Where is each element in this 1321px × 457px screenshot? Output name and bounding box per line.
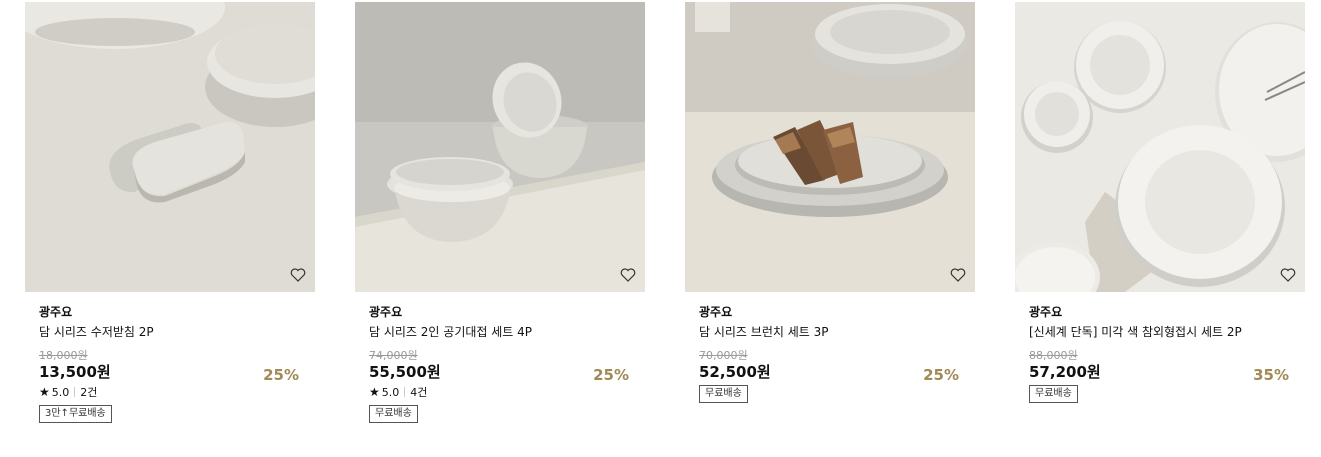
brand-name: 광주요	[1029, 305, 1063, 319]
spoon-rest-photo	[25, 2, 315, 292]
shipping-badge: 무료배송	[369, 405, 418, 423]
brand-name: 광주요	[699, 305, 733, 319]
rating-value: 5.0	[51, 385, 70, 399]
star-icon: ★	[39, 385, 50, 399]
shipping-badge: 3만↑무료배송	[39, 405, 112, 423]
sale-price: 52,500원	[699, 363, 771, 381]
brunch-set-photo	[685, 2, 975, 292]
product-card[interactable]: 광주요 담 시리즈 수저받침 2P 18,000원 13,500원 25% ★ …	[25, 2, 315, 423]
discount-rate: 25%	[923, 366, 959, 384]
product-card[interactable]: 광주요 [신세계 단독] 미각 색 참외형접시 세트 2P 88,000원 57…	[1015, 2, 1305, 403]
product-card[interactable]: 광주요 담 시리즈 2인 공기대접 세트 4P 74,000원 55,500원 …	[355, 2, 645, 423]
product-name[interactable]: 담 시리즈 브런치 세트 3P	[699, 323, 961, 340]
heart-outline-icon[interactable]	[949, 266, 967, 284]
product-name[interactable]: 담 시리즈 2인 공기대접 세트 4P	[369, 323, 631, 340]
brand-name: 광주요	[39, 305, 73, 319]
sale-price: 57,200원	[1029, 363, 1101, 381]
original-price: 74,000원	[369, 349, 418, 362]
product-name[interactable]: [신세계 단독] 미각 색 참외형접시 세트 2P	[1029, 323, 1291, 340]
original-price: 88,000원	[1029, 349, 1078, 362]
review-count: 4건	[410, 386, 428, 399]
product-card[interactable]: 광주요 담 시리즈 브런치 세트 3P 70,000원 52,500원 25% …	[685, 2, 975, 403]
original-price: 18,000원	[39, 349, 88, 362]
product-image[interactable]	[1015, 2, 1305, 292]
sale-price: 55,500원	[369, 363, 441, 381]
original-price: 70,000원	[699, 349, 748, 362]
discount-rate: 35%	[1253, 366, 1289, 384]
divider	[74, 387, 76, 397]
bowl-set-photo	[355, 2, 645, 292]
shipping-badge: 무료배송	[699, 385, 748, 403]
star-icon: ★	[369, 385, 380, 399]
shipping-badge: 무료배송	[1029, 385, 1078, 403]
product-info: 광주요 담 시리즈 수저받침 2P 18,000원 13,500원 25% ★ …	[25, 303, 315, 423]
divider	[404, 387, 406, 397]
product-name[interactable]: 담 시리즈 수저받침 2P	[39, 323, 301, 340]
heart-outline-icon[interactable]	[619, 266, 637, 284]
product-info: 광주요 담 시리즈 브런치 세트 3P 70,000원 52,500원 25% …	[685, 303, 975, 403]
heart-outline-icon[interactable]	[1279, 266, 1297, 284]
brand-name: 광주요	[369, 305, 403, 319]
product-image[interactable]	[685, 2, 975, 292]
review-count: 2건	[80, 386, 98, 399]
product-image[interactable]	[355, 2, 645, 292]
rating-value: 5.0	[381, 385, 400, 399]
product-grid: 광주요 담 시리즈 수저받침 2P 18,000원 13,500원 25% ★ …	[0, 0, 1321, 457]
discount-rate: 25%	[263, 366, 299, 384]
rating-row: ★ 5.0 2건	[39, 384, 301, 400]
rating-row: ★ 5.0 4건	[369, 384, 631, 400]
sale-price: 13,500원	[39, 363, 111, 381]
plate-set-photo	[1015, 2, 1305, 292]
discount-rate: 25%	[593, 366, 629, 384]
product-info: 광주요 [신세계 단독] 미각 색 참외형접시 세트 2P 88,000원 57…	[1015, 303, 1305, 403]
product-image[interactable]	[25, 2, 315, 292]
product-info: 광주요 담 시리즈 2인 공기대접 세트 4P 74,000원 55,500원 …	[355, 303, 645, 423]
heart-outline-icon[interactable]	[289, 266, 307, 284]
